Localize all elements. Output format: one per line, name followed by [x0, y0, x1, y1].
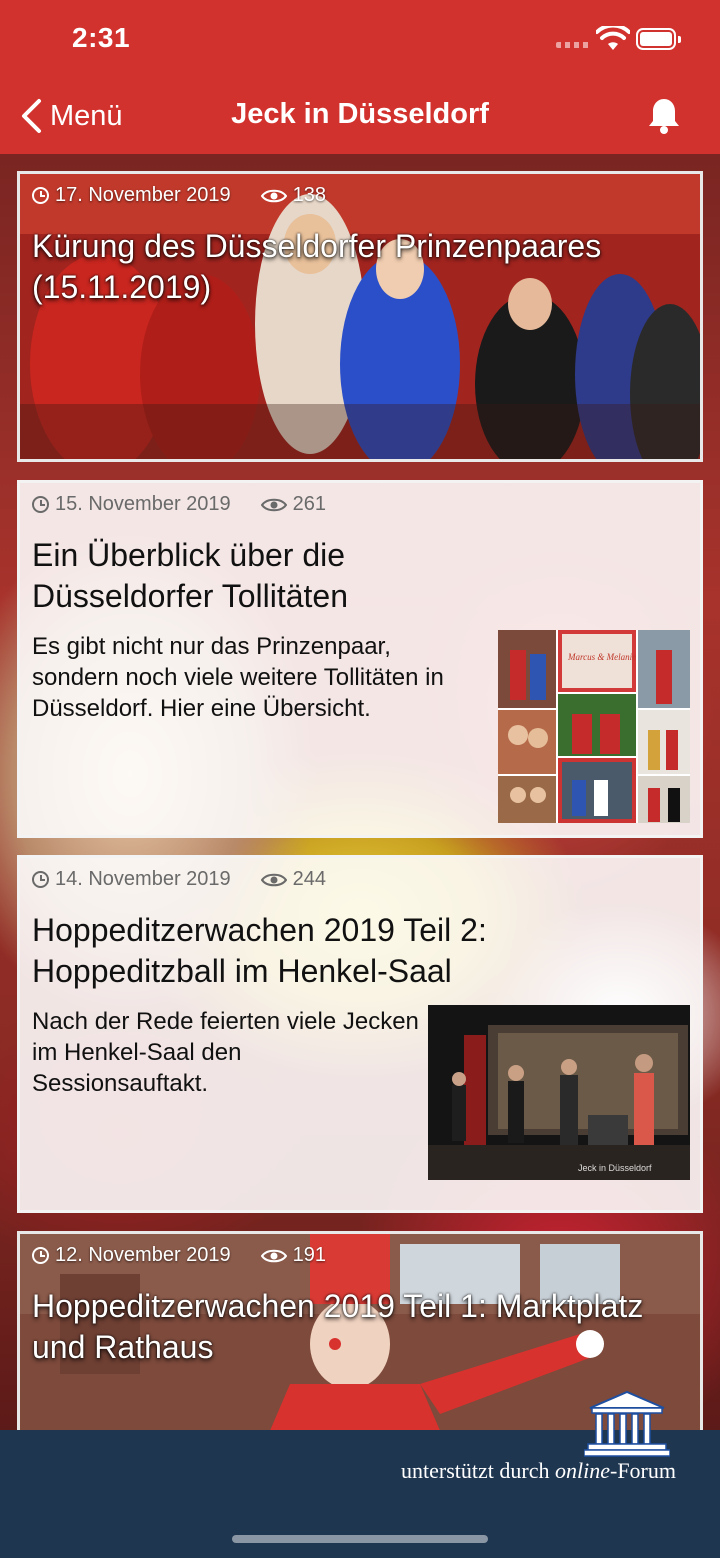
article-title: Hoppeditzerwachen 2019 Teil 2: Hoppeditz…: [32, 912, 487, 989]
article-thumbnail: Jeck in Düsseldorf: [428, 1005, 690, 1180]
clock-icon: [32, 187, 49, 204]
article-views: 138: [292, 184, 327, 206]
article-meta: 12. November 2019 191: [32, 1244, 326, 1267]
article-title: Hoppeditzerwachen 2019 Teil 1: Marktplat…: [32, 1288, 644, 1365]
eye-icon: [260, 498, 287, 511]
article-title: Kürung des Düsseldorfer Prinzenpaares (1…: [32, 228, 602, 305]
article-meta: 17. November 2019 138: [32, 184, 326, 207]
footer-bar: unterstützt durch online-Forum: [0, 1390, 720, 1558]
article-card[interactable]: 17. November 2019 138 Kürung des Düsseld…: [17, 171, 703, 462]
eye-icon: [260, 189, 287, 202]
article-date: 15. November 2019: [55, 493, 231, 515]
article-meta: 15. November 2019 261: [32, 493, 326, 516]
photo-caption: Jeck in Düsseldorf: [578, 1163, 652, 1173]
clock-icon: [32, 496, 49, 513]
article-views: 191: [292, 1244, 327, 1266]
article-views: 244: [292, 868, 327, 890]
article-photo: [20, 174, 700, 459]
eye-icon: [260, 873, 287, 886]
article-title: Ein Überblick über die Düsseldorfer Toll…: [32, 537, 349, 614]
clock-icon: [32, 871, 49, 888]
collage-text: Marcus & Melanie: [567, 652, 636, 662]
supported-by-text: unterstützt durch online-Forum: [401, 1458, 676, 1484]
article-views: 261: [292, 493, 327, 515]
support-suffix: -Forum: [610, 1458, 676, 1483]
article-meta: 14. November 2019 244: [32, 868, 326, 891]
page-title: Jeck in Düsseldorf: [231, 98, 489, 130]
clock-icon: [32, 1247, 49, 1264]
collage-image: Marcus & Melanie: [498, 630, 690, 823]
article-excerpt: Nach der Rede feierten viele Jecken im H…: [32, 1008, 419, 1097]
battery-icon: [636, 28, 681, 50]
support-brand: online: [555, 1458, 610, 1483]
stage-photo: Jeck in Düsseldorf: [428, 1005, 690, 1180]
status-time: 2:31: [72, 22, 131, 53]
wifi-icon: [596, 26, 630, 50]
status-bar: 2:31: [0, 0, 720, 78]
eye-icon: [260, 1249, 287, 1262]
article-date: 14. November 2019: [55, 868, 231, 890]
navigation-bar: Menü Jeck in Düsseldorf: [0, 78, 720, 154]
article-card[interactable]: 14. November 2019 244 Hoppeditzerwachen …: [17, 855, 703, 1213]
support-prefix: unterstützt durch: [401, 1458, 550, 1483]
online-forum-logo: [584, 1390, 670, 1457]
article-date: 12. November 2019: [55, 1244, 231, 1266]
article-thumbnail: Marcus & Melanie: [498, 630, 690, 823]
article-date: 17. November 2019: [55, 184, 231, 206]
cellular-signal-icon: [556, 42, 590, 48]
home-indicator[interactable]: [232, 1535, 488, 1543]
article-excerpt: Es gibt nicht nur das Prinzenpaar, sonde…: [32, 633, 444, 722]
article-card[interactable]: 15. November 2019 261 Ein Überblick über…: [17, 480, 703, 838]
notification-bell-icon[interactable]: [646, 96, 682, 134]
